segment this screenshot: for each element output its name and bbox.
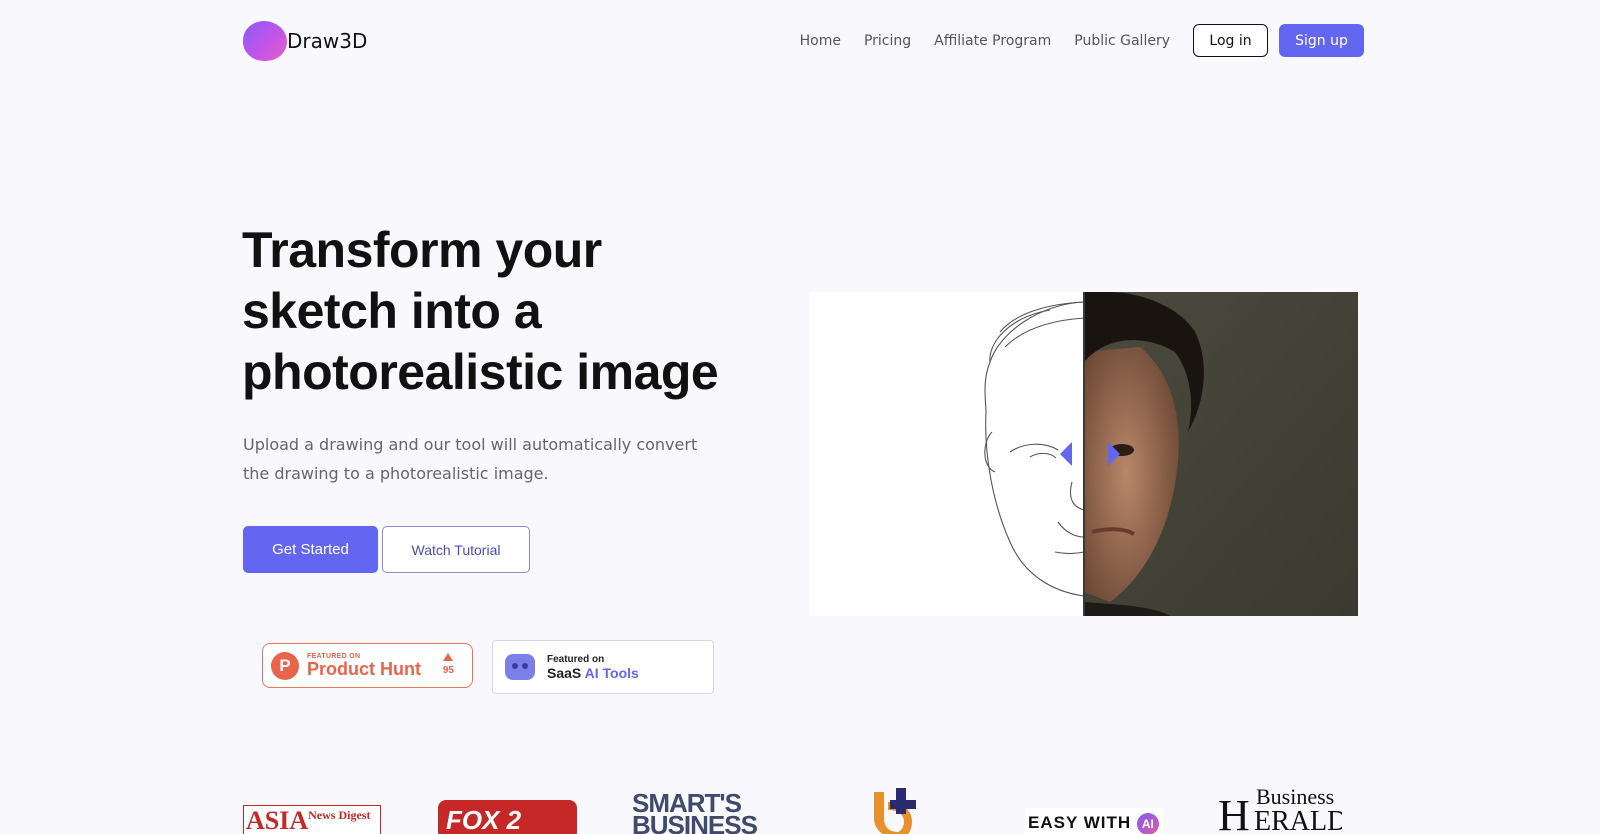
product-hunt-badge[interactable]: P FEATURED ON Product Hunt 95 — [262, 643, 473, 688]
robot-icon — [505, 654, 535, 680]
nav-pricing[interactable]: Pricing — [864, 33, 911, 49]
press-logo-fox2now: FOX 2 now — [438, 800, 577, 834]
saas-badge-text: Featured on SaaS AI Tools — [547, 654, 639, 681]
herald-business: Business — [1256, 786, 1335, 809]
saas-name-b: AI Tools — [584, 664, 639, 681]
saas-ai-tools-badge[interactable]: Featured on SaaS AI Tools — [492, 640, 714, 694]
asia-sub-text: News Digest — [308, 808, 371, 822]
product-hunt-name: Product Hunt — [307, 658, 421, 679]
brand-logo[interactable]: Draw3D — [243, 21, 367, 61]
signup-button[interactable]: Sign up — [1279, 24, 1364, 57]
upvote-icon — [443, 653, 454, 661]
saas-name: SaaS AI Tools — [547, 665, 639, 681]
brand-name: Draw3D — [287, 29, 368, 53]
press-logo-easy-with-ai: EASY WITH AI — [1025, 808, 1163, 834]
product-hunt-votes: 95 — [443, 653, 454, 676]
saas-name-a: SaaS — [547, 664, 582, 681]
vote-count: 95 — [442, 665, 454, 676]
press-logo-bt — [870, 788, 920, 834]
ai-circle-icon: AI — [1136, 812, 1159, 834]
easy-text: EASY WITH — [1028, 813, 1132, 832]
herald-letter: H — [1218, 791, 1250, 834]
top-nav: Home Pricing Affiliate Program Public Ga… — [800, 24, 1364, 57]
get-started-button[interactable]: Get Started — [243, 526, 378, 573]
saas-featured-label: Featured on — [547, 653, 605, 665]
press-logo-asia-news-digest: ASIANews Digest — [243, 805, 381, 834]
product-hunt-text: FEATURED ON Product Hunt — [307, 653, 421, 679]
hero-title: Transform your sketch into a photorealis… — [242, 222, 719, 400]
watch-tutorial-button[interactable]: Watch Tutorial — [382, 526, 530, 573]
comparison-image — [810, 292, 1358, 616]
asia-main-text: ASIA — [246, 806, 309, 834]
slider-divider[interactable] — [1083, 292, 1085, 616]
sketch-half — [810, 292, 1084, 616]
herald-rest: ERALD — [1254, 806, 1342, 834]
before-after-comparison[interactable] — [810, 292, 1358, 616]
product-hunt-icon: P — [271, 651, 299, 680]
hero-subtitle: Upload a drawing and our tool will autom… — [243, 435, 698, 483]
login-button[interactable]: Log in — [1193, 24, 1268, 57]
press-logo-smarts-business: SMART'S BUSINESS — [632, 792, 758, 834]
nav-public-gallery[interactable]: Public Gallery — [1074, 33, 1170, 49]
nav-affiliate-program[interactable]: Affiliate Program — [934, 33, 1051, 49]
bt-logo-icon — [874, 788, 916, 834]
nav-home[interactable]: Home — [800, 33, 841, 49]
press-logo-business-herald: H Business ERALD — [1218, 786, 1342, 834]
logo-icon — [243, 21, 287, 61]
